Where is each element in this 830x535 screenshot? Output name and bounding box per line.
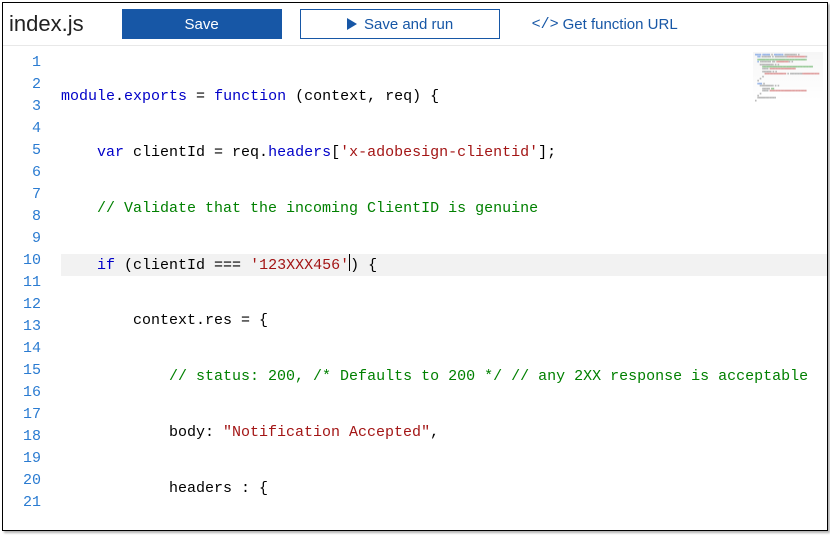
line-number: 2 [3,74,41,96]
line-number: 10 [3,250,41,272]
line-number: 6 [3,162,41,184]
line-number: 14 [3,338,41,360]
line-number: 18 [3,426,41,448]
toolbar: index.js Save Save and run </> Get funct… [3,3,827,45]
line-number: 16 [3,382,41,404]
line-number: 15 [3,360,41,382]
line-number: 3 [3,96,41,118]
code-line[interactable]: // status: 200, /* Defaults to 200 */ //… [61,366,827,388]
line-number: 8 [3,206,41,228]
line-number: 1 [3,52,41,74]
save-button[interactable]: Save [122,9,282,39]
line-number: 12 [3,294,41,316]
code-tag-icon: </> [532,16,559,33]
save-and-run-button[interactable]: Save and run [300,9,500,39]
play-icon [346,18,358,30]
line-number: 17 [3,404,41,426]
line-number: 9 [3,228,41,250]
line-number-gutter: 123456789101112131415161718192021 [3,46,49,530]
minimap[interactable]: ▆▆▆▆ ▆▆▆▆▆ ▆ ▆▆▆▆▆▆ ▆▆▆▆▆▆▆▆ ▆ ▆▆ ▆▆▆▆▆▆… [753,52,823,112]
code-line[interactable]: if (clientId === '123XXX456') { [61,254,827,276]
code-line[interactable]: module.exports = function (context, req)… [61,86,827,108]
line-number: 19 [3,448,41,470]
code-line[interactable]: context.res = { [61,310,827,332]
code-line[interactable]: body: "Notification Accepted", [61,422,827,444]
code-line[interactable]: var clientId = req.headers['x-adobesign-… [61,142,827,164]
code-editor[interactable]: 123456789101112131415161718192021 module… [3,45,827,530]
code-line[interactable]: // Validate that the incoming ClientID i… [61,198,827,220]
line-number: 7 [3,184,41,206]
editor-window: index.js Save Save and run </> Get funct… [2,2,828,531]
line-number: 21 [3,492,41,514]
line-number: 4 [3,118,41,140]
code-line[interactable]: headers : { [61,478,827,500]
line-number: 11 [3,272,41,294]
code-area[interactable]: module.exports = function (context, req)… [49,46,827,530]
save-and-run-label: Save and run [364,16,453,33]
line-number: 13 [3,316,41,338]
get-function-url-label: Get function URL [563,16,678,33]
get-function-url-link[interactable]: </> Get function URL [532,16,678,33]
line-number: 5 [3,140,41,162]
line-number: 20 [3,470,41,492]
file-title: index.js [9,11,84,37]
